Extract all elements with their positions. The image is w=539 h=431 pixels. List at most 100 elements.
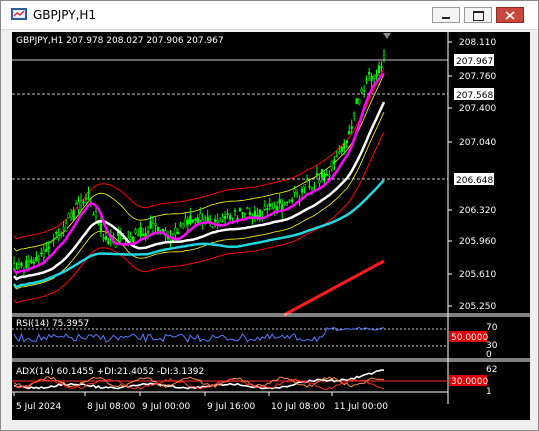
candle-body [340, 146, 343, 152]
time-tick-label: 8 Jul 08:00 [87, 402, 136, 412]
price-tick-label: 207.400 [459, 104, 496, 114]
chart-app-icon [11, 8, 27, 20]
candle-body [45, 248, 48, 252]
rsi-tick-70: 70 [486, 323, 498, 333]
title-bar[interactable]: GBPJPY,H1 [1, 1, 538, 30]
adx-tick-1: 1 [486, 387, 492, 397]
candle-body [181, 223, 185, 229]
candle-body [176, 231, 180, 234]
candle-body [345, 140, 348, 144]
candle-body [199, 213, 202, 221]
rsi-tick-0: 0 [486, 350, 492, 360]
candle-body [328, 174, 331, 177]
candle-body [233, 210, 237, 212]
candle-body [40, 252, 43, 255]
candle-body [87, 192, 90, 194]
time-axis: 5 Jul 2024 8 Jul 08:00 9 Jul 00:00 9 Jul 16… [13, 392, 388, 412]
candle-body [47, 246, 50, 249]
price-tick-label: 206.320 [459, 206, 496, 216]
candle-body [333, 159, 336, 163]
minimize-button[interactable] [432, 7, 460, 23]
chart-header: GBPJPY,H1 207.978 208.027 207.906 207.96… [16, 36, 224, 46]
candle-body [218, 220, 222, 225]
candle-body [365, 79, 368, 82]
minimize-icon [442, 17, 450, 19]
candle-body [184, 218, 187, 228]
candle-body [132, 236, 135, 242]
candle-body [42, 250, 45, 258]
price-highlight-label: 206.648 [456, 176, 493, 186]
plus-di-line [13, 376, 385, 389]
candle-body [343, 143, 346, 149]
rsi-current-value: 50.0000 [451, 333, 488, 343]
candle-body [276, 206, 279, 211]
candle-body [107, 240, 110, 244]
moving-averages [13, 72, 386, 289]
candle-body [99, 223, 103, 232]
candle-body [161, 228, 165, 232]
candle-body [348, 131, 351, 135]
candle-body [323, 173, 326, 181]
candle-body [17, 263, 21, 268]
candle-body [228, 215, 232, 220]
candle-body [266, 208, 269, 211]
price-tick-label: 208.110 [459, 38, 496, 48]
candle-body [293, 188, 296, 193]
candle-body [238, 208, 242, 212]
price-tick-label: 207.040 [459, 138, 496, 148]
candle-body [37, 256, 40, 260]
candle-body [62, 227, 65, 230]
candle-body [303, 184, 306, 188]
trend-line [283, 259, 385, 317]
candle-body [67, 213, 70, 219]
candle-body [362, 90, 366, 92]
candle-body [320, 169, 324, 178]
candle-body [129, 237, 132, 240]
adx-label: ADX(14) 60.1455 +DI:21.4052 -DI:3.1392 [16, 367, 204, 377]
close-icon [505, 11, 515, 20]
candle-body [353, 113, 356, 116]
candle-body [370, 75, 373, 81]
candle-body [52, 238, 55, 240]
vertical-scrollbar[interactable] [530, 32, 538, 420]
candle-body [241, 212, 244, 214]
candle-body [84, 197, 88, 200]
candle-body [318, 180, 321, 184]
candle-body [221, 217, 224, 220]
candle-body [380, 66, 383, 68]
adx-current-value: 30.0000 [451, 377, 488, 387]
candle-body [335, 155, 338, 158]
candle-body [25, 260, 28, 269]
candle-body [295, 192, 299, 195]
candle-body [216, 219, 219, 223]
maximize-icon [473, 11, 484, 21]
candle-body [174, 227, 177, 235]
chart-window: GBPJPY,H1 GBPJPY,H1 207.978 208.027 207.… [0, 0, 539, 431]
candle-body [69, 213, 73, 218]
candle-body [119, 235, 122, 238]
candle-body [35, 257, 38, 262]
candle-body [248, 212, 252, 215]
candle-body [79, 200, 83, 206]
candle-body [27, 260, 31, 263]
candle-body [367, 72, 371, 75]
candle-body [72, 210, 75, 220]
candle-body [290, 199, 294, 202]
price-tick-label: 207.760 [459, 72, 496, 82]
chart-area[interactable]: GBPJPY,H1 207.978 208.027 207.906 207.96… [12, 32, 530, 420]
candle-body [211, 226, 214, 228]
close-button[interactable] [496, 7, 524, 23]
candle-body [74, 203, 78, 205]
candle-body [137, 234, 140, 236]
candle-body [82, 201, 85, 204]
maximize-button[interactable] [464, 7, 492, 23]
candle-body [179, 224, 182, 227]
shift-marker-icon [383, 33, 391, 39]
price-axis: 208.110 207.760 207.400 207.040 206.320 205.9… [448, 38, 496, 312]
slow-ma-line [13, 101, 386, 281]
candle-body [64, 222, 68, 232]
price-tick-label: 205.610 [459, 270, 496, 280]
candle-body [286, 201, 289, 204]
time-tick-label: 10 Jul 08:00 [271, 402, 325, 412]
candle-body [32, 261, 36, 264]
